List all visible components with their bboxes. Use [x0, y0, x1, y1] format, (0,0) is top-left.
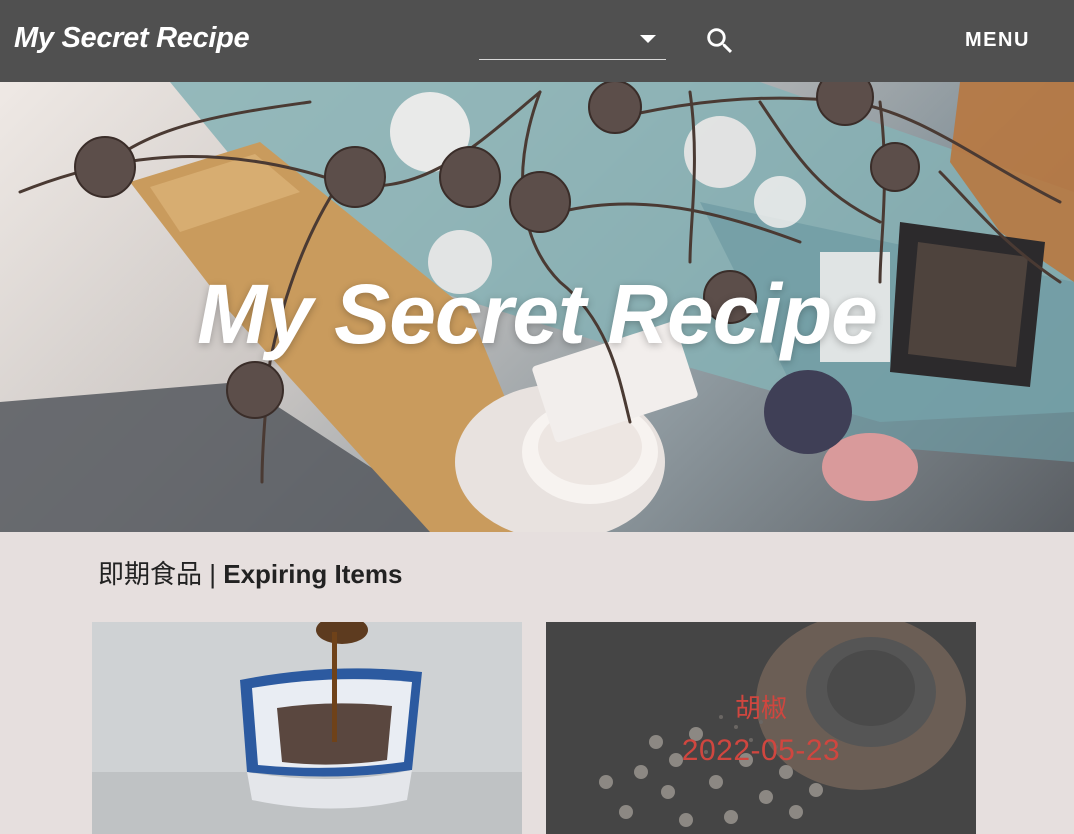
pepper-image [546, 622, 976, 834]
search-icon [707, 28, 733, 54]
top-app-bar: My Secret Recipe MENU [0, 0, 1074, 82]
section-heading: 即期食品 | Expiring Items [98, 554, 402, 591]
expiring-item-card[interactable]: 胡椒 2022-05-23 [546, 622, 976, 834]
menu-button[interactable]: MENU [965, 29, 1030, 52]
section-heading-en: Expiring Items [223, 559, 403, 589]
section-heading-zh: 即期食品 [98, 559, 203, 589]
card-item-name: 胡椒 [734, 693, 787, 723]
category-select[interactable] [479, 23, 666, 60]
brand-logo[interactable]: My Secret Recipe [14, 22, 250, 55]
card-expiry-date: 2022-05-23 [681, 734, 841, 767]
hero-title: My Secret Recipe [197, 267, 878, 361]
expiring-item-card[interactable] [92, 622, 522, 834]
chevron-down-icon [640, 35, 656, 43]
section-heading-separator: | [209, 559, 217, 589]
search-button[interactable] [703, 24, 737, 58]
hero-banner: My Secret Recipe [0, 82, 1074, 532]
soy-sauce-image [92, 622, 522, 834]
